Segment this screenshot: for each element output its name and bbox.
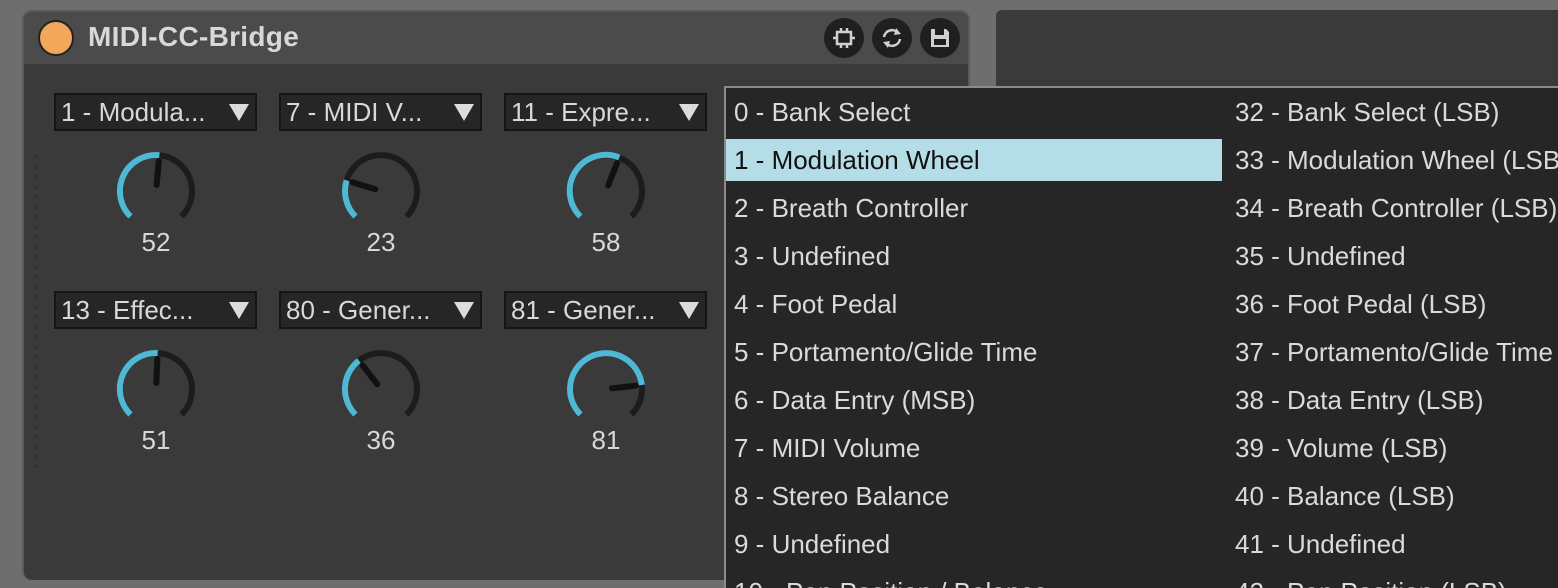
menu-item[interactable]: 42 - Pan Position (LSB)	[1227, 571, 1558, 588]
menu-item[interactable]: 8 - Stereo Balance	[726, 475, 1222, 517]
menu-item[interactable]: 37 - Portamento/Glide Time (LSB)	[1227, 331, 1558, 373]
menu-item[interactable]: 4 - Foot Pedal	[726, 283, 1222, 325]
cc-select-dropdown[interactable]: 7 - MIDI V...	[279, 93, 482, 131]
cc-value-knob[interactable]	[335, 343, 427, 435]
menu-item[interactable]: 1 - Modulation Wheel	[726, 139, 1222, 181]
cc-value-knob[interactable]	[335, 145, 427, 237]
menu-item[interactable]: 34 - Breath Controller (LSB)	[1227, 187, 1558, 229]
cc-select-label: 81 - Gener...	[511, 294, 656, 325]
cc-dropdown-menu: 0 - Bank Select 1 - Modulation Wheel 2 - B…	[724, 86, 1558, 588]
cc-value-readout: 36	[366, 425, 396, 455]
hotswap-icon[interactable]	[824, 18, 864, 58]
menu-item[interactable]: 10 - Pan Position / Balance	[726, 571, 1222, 588]
chevron-down-icon	[229, 302, 249, 319]
menu-item[interactable]: 35 - Undefined	[1227, 235, 1558, 277]
cc-select-dropdown[interactable]: 80 - Gener...	[279, 291, 482, 329]
cc-value-readout: 51	[141, 425, 171, 455]
cc-select-dropdown[interactable]: 1 - Modula...	[54, 93, 257, 131]
cc-select-label: 1 - Modula...	[61, 96, 206, 127]
refresh-icon[interactable]	[872, 18, 912, 58]
menu-item[interactable]: 32 - Bank Select (LSB)	[1227, 91, 1558, 133]
chevron-down-icon	[454, 302, 474, 319]
menu-item[interactable]: 38 - Data Entry (LSB)	[1227, 379, 1558, 421]
chevron-down-icon	[229, 104, 249, 121]
cc-select-label: 80 - Gener...	[286, 294, 431, 325]
device-title: MIDI-CC-Bridge	[88, 21, 300, 52]
cc-value-readout: 52	[141, 227, 171, 257]
cc-select-dropdown[interactable]: 11 - Expre...	[504, 93, 707, 131]
cc-value-readout: 23	[366, 227, 396, 257]
adjacent-device-panel	[996, 10, 1558, 90]
power-button[interactable]	[38, 20, 74, 56]
resize-handle[interactable]	[31, 152, 41, 468]
menu-item[interactable]: 3 - Undefined	[726, 235, 1222, 277]
cc-value-knob[interactable]	[560, 343, 652, 435]
cc-value-readout: 58	[591, 227, 621, 257]
menu-item[interactable]: 9 - Undefined	[726, 523, 1222, 565]
menu-item[interactable]: 41 - Undefined	[1227, 523, 1558, 565]
chevron-down-icon	[679, 104, 699, 121]
cc-select-dropdown[interactable]: 81 - Gener...	[504, 291, 707, 329]
menu-item[interactable]: 0 - Bank Select	[726, 91, 1222, 133]
menu-item[interactable]: 33 - Modulation Wheel (LSB)	[1227, 139, 1558, 181]
cc-select-label: 11 - Expre...	[511, 96, 651, 127]
cc-value-readout: 81	[591, 425, 621, 455]
menu-item[interactable]: 36 - Foot Pedal (LSB)	[1227, 283, 1558, 325]
menu-item[interactable]: 6 - Data Entry (MSB)	[726, 379, 1222, 421]
cc-select-label: 13 - Effec...	[61, 294, 194, 325]
cc-select-label: 7 - MIDI V...	[286, 96, 423, 127]
device-titlebar: MIDI-CC-Bridge	[24, 12, 968, 64]
menu-item[interactable]: 39 - Volume (LSB)	[1227, 427, 1558, 469]
save-icon[interactable]	[920, 18, 960, 58]
cc-value-knob[interactable]	[560, 145, 652, 237]
menu-item[interactable]: 7 - MIDI Volume	[726, 427, 1222, 469]
cc-value-knob[interactable]	[110, 145, 202, 237]
cc-value-knob[interactable]	[110, 343, 202, 435]
menu-item[interactable]: 2 - Breath Controller	[726, 187, 1222, 229]
chevron-down-icon	[454, 104, 474, 121]
menu-item[interactable]: 40 - Balance (LSB)	[1227, 475, 1558, 517]
chevron-down-icon	[679, 302, 699, 319]
cc-select-dropdown[interactable]: 13 - Effec...	[54, 291, 257, 329]
menu-item[interactable]: 5 - Portamento/Glide Time	[726, 331, 1222, 373]
